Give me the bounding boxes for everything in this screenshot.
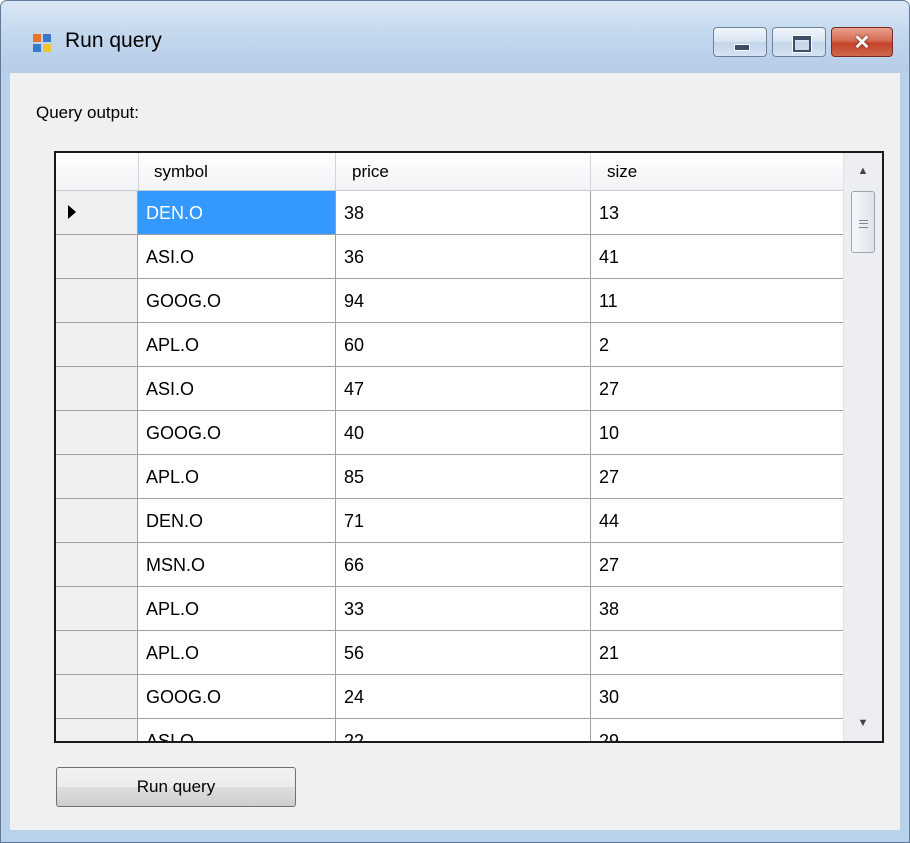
cell-price[interactable]: 94 — [336, 279, 591, 323]
column-header-size[interactable]: size — [591, 153, 844, 190]
row-header[interactable] — [56, 719, 138, 741]
cell-price[interactable]: 33 — [336, 587, 591, 631]
row-header[interactable] — [56, 235, 138, 279]
vertical-scrollbar[interactable]: ▲ ▼ — [843, 153, 882, 741]
cell-size[interactable]: 30 — [591, 675, 844, 719]
query-results-grid[interactable]: symbol price size DEN.O 38 13 ASI.O 36 41 GOOG… — [54, 151, 884, 743]
query-output-label: Query output: — [36, 103, 140, 122]
scrollbar-thumb[interactable] — [851, 191, 875, 253]
current-row-arrow-icon — [68, 205, 76, 219]
cell-symbol[interactable]: DEN.O — [138, 191, 336, 235]
row-header[interactable] — [56, 543, 138, 587]
close-button[interactable]: ✕ — [831, 27, 893, 57]
cell-size[interactable]: 38 — [591, 587, 844, 631]
cell-symbol[interactable]: ASI.O — [138, 719, 336, 741]
cell-price[interactable]: 38 — [336, 191, 591, 235]
table-row[interactable]: DEN.O 71 44 — [56, 499, 844, 543]
maximize-icon — [792, 35, 812, 53]
cell-size[interactable]: 10 — [591, 411, 844, 455]
table-row[interactable]: ASI.O 47 27 — [56, 367, 844, 411]
minimize-button[interactable] — [713, 27, 767, 57]
table-row[interactable]: APL.O 56 21 — [56, 631, 844, 675]
cell-price[interactable]: 71 — [336, 499, 591, 543]
cell-price[interactable]: 22 — [336, 719, 591, 741]
cell-symbol[interactable]: GOOG.O — [138, 279, 336, 323]
row-header[interactable] — [56, 675, 138, 719]
maximize-button[interactable] — [772, 27, 826, 57]
scroll-down-arrow-icon[interactable]: ▼ — [844, 705, 882, 741]
cell-size[interactable]: 29 — [591, 719, 844, 741]
row-header[interactable] — [56, 631, 138, 675]
cell-symbol[interactable]: APL.O — [138, 587, 336, 631]
cell-symbol[interactable]: ASI.O — [138, 235, 336, 279]
cell-size[interactable]: 44 — [591, 499, 844, 543]
cell-size[interactable]: 41 — [591, 235, 844, 279]
column-header-price[interactable]: price — [336, 153, 591, 190]
table-row[interactable]: ASI.O 22 29 — [56, 719, 844, 741]
run-query-window: Run query ✕ Query output: symbol price s… — [0, 0, 910, 843]
cell-price[interactable]: 24 — [336, 675, 591, 719]
grid-corner-header[interactable] — [56, 153, 139, 190]
row-header[interactable] — [56, 411, 138, 455]
grip-icon — [859, 220, 868, 228]
minimize-icon — [734, 44, 750, 51]
table-row[interactable]: APL.O 85 27 — [56, 455, 844, 499]
row-header[interactable] — [56, 323, 138, 367]
table-row[interactable]: DEN.O 38 13 — [56, 191, 844, 235]
cell-symbol[interactable]: APL.O — [138, 323, 336, 367]
cell-size[interactable]: 2 — [591, 323, 844, 367]
scroll-up-arrow-icon[interactable]: ▲ — [844, 153, 882, 189]
cell-price[interactable]: 56 — [336, 631, 591, 675]
row-header[interactable] — [56, 367, 138, 411]
cell-symbol[interactable]: GOOG.O — [138, 675, 336, 719]
cell-price[interactable]: 85 — [336, 455, 591, 499]
row-header[interactable] — [56, 587, 138, 631]
row-header[interactable] — [56, 499, 138, 543]
table-row[interactable]: APL.O 60 2 — [56, 323, 844, 367]
cell-size[interactable]: 27 — [591, 367, 844, 411]
cell-price[interactable]: 60 — [336, 323, 591, 367]
row-header[interactable] — [56, 191, 138, 235]
table-row[interactable]: APL.O 33 38 — [56, 587, 844, 631]
app-window-icon — [33, 34, 53, 54]
column-header-symbol[interactable]: symbol — [138, 153, 336, 190]
cell-symbol[interactable]: DEN.O — [138, 499, 336, 543]
cell-price[interactable]: 36 — [336, 235, 591, 279]
table-row[interactable]: GOOG.O 40 10 — [56, 411, 844, 455]
cell-size[interactable]: 13 — [591, 191, 844, 235]
cell-size[interactable]: 27 — [591, 455, 844, 499]
grid-header-row: symbol price size — [56, 153, 844, 191]
close-icon: ✕ — [853, 32, 871, 54]
table-row[interactable]: ASI.O 36 41 — [56, 235, 844, 279]
grid-body: symbol price size DEN.O 38 13 ASI.O 36 41 GOOG… — [56, 153, 844, 741]
row-header[interactable] — [56, 279, 138, 323]
cell-symbol[interactable]: ASI.O — [138, 367, 336, 411]
cell-price[interactable]: 47 — [336, 367, 591, 411]
cell-symbol[interactable]: APL.O — [138, 455, 336, 499]
window-title: Run query — [65, 29, 162, 52]
cell-symbol[interactable]: MSN.O — [138, 543, 336, 587]
row-header[interactable] — [56, 455, 138, 499]
cell-price[interactable]: 40 — [336, 411, 591, 455]
table-row[interactable]: GOOG.O 94 11 — [56, 279, 844, 323]
table-row[interactable]: GOOG.O 24 30 — [56, 675, 844, 719]
cell-size[interactable]: 27 — [591, 543, 844, 587]
cell-symbol[interactable]: GOOG.O — [138, 411, 336, 455]
cell-size[interactable]: 11 — [591, 279, 844, 323]
client-area: Query output: symbol price size DEN.O 38 1… — [10, 73, 900, 830]
cell-price[interactable]: 66 — [336, 543, 591, 587]
title-bar[interactable]: Run query ✕ — [1, 1, 909, 73]
run-query-button[interactable]: Run query — [56, 767, 296, 807]
table-row[interactable]: MSN.O 66 27 — [56, 543, 844, 587]
cell-size[interactable]: 21 — [591, 631, 844, 675]
cell-symbol[interactable]: APL.O — [138, 631, 336, 675]
